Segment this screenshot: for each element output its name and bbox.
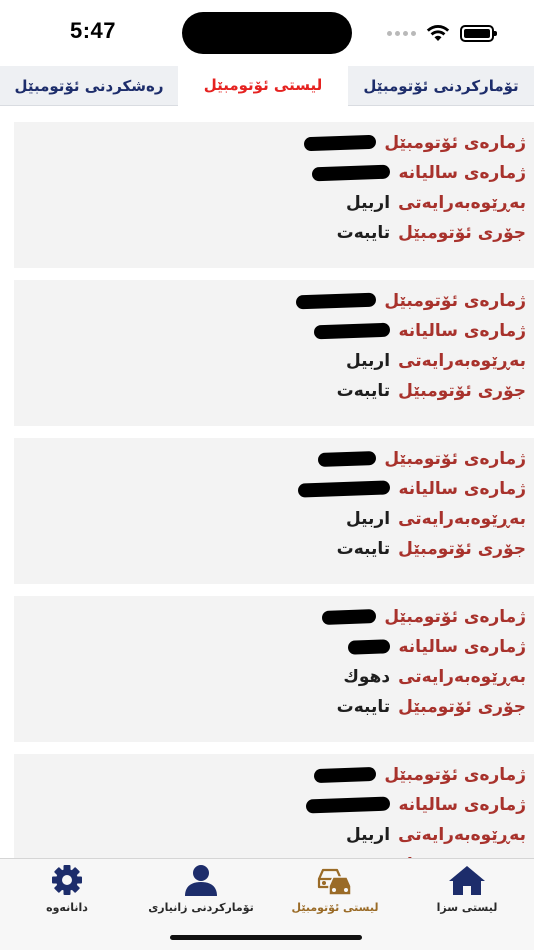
annual-number-row: ژمارەی سالیانە: [14, 474, 526, 504]
annual-number-redacted: [306, 796, 391, 814]
tab-blacklist-car[interactable]: رەشکردنی ئۆتومبێل: [0, 66, 178, 106]
car-number-label: ژمارەی ئۆتومبێل: [384, 449, 526, 469]
car-number-redacted: [304, 134, 377, 152]
home-icon: [449, 866, 485, 895]
directorate-value: اربيل: [345, 351, 391, 371]
vehicle-card[interactable]: ژمارەی ئۆتومبێل ژمارەی سالیانە بەڕێوەبەر…: [14, 596, 534, 742]
signal-icon: [387, 30, 416, 36]
vehicle-list: ژمارەی ئۆتومبێل ژمارەی سالیانە بەڕێوەبەر…: [14, 122, 534, 912]
status-bar: 5:47: [0, 0, 534, 66]
user-icon: [185, 865, 217, 896]
nav-penalty-list[interactable]: لیستی سزا: [400, 863, 534, 919]
directorate-value: دهوك: [343, 667, 391, 687]
directorate-row: بەڕێوەبەرایەتی اربيل: [14, 820, 526, 850]
annual-number-row: ژمارەی سالیانە: [14, 632, 526, 662]
car-type-value: تایبەت: [336, 539, 391, 559]
directorate-value: اربيل: [345, 193, 391, 213]
nav-car-list-label: لیستی ئۆتومبێل: [291, 901, 379, 914]
gear-icon: [52, 865, 82, 895]
directorate-row: بەڕێوەبەرایەتی دهوك: [14, 662, 526, 692]
car-number-row: ژمارەی ئۆتومبێل: [14, 128, 526, 158]
top-tab-bar: رەشکردنی ئۆتومبێل لیستی ئۆتومبێل تۆمارکر…: [0, 66, 534, 106]
annual-number-redacted: [298, 480, 391, 498]
nav-register-info[interactable]: تۆمارکردنی زانیاری: [134, 863, 268, 919]
car-number-label: ژمارەی ئۆتومبێل: [384, 133, 526, 153]
nav-penalty-list-label: لیستی سزا: [436, 901, 498, 914]
vehicle-card[interactable]: ژمارەی ئۆتومبێل ژمارەی سالیانە بەڕێوەبەر…: [14, 438, 534, 584]
car-type-label: جۆری ئۆتومبێل: [398, 539, 526, 559]
nav-register-info-label: تۆمارکردنی زانیاری: [148, 901, 254, 914]
status-time: 5:47: [70, 18, 117, 43]
directorate-label: بەڕێوەبەرایەتی: [398, 509, 526, 529]
cars-icon: [317, 868, 352, 896]
annual-number-redacted: [348, 639, 391, 655]
directorate-label: بەڕێوەبەرایەتی: [398, 825, 526, 845]
directorate-value: اربيل: [345, 509, 391, 529]
vehicle-card[interactable]: ژمارەی ئۆتومبێل ژمارەی سالیانە بەڕێوەبەر…: [14, 280, 534, 426]
car-number-label: ژمارەی ئۆتومبێل: [384, 765, 526, 785]
car-number-redacted: [322, 609, 377, 625]
nav-settings[interactable]: دانانەوە: [0, 863, 134, 919]
tab-register-car[interactable]: تۆمارکردنی ئۆتومبێل: [348, 66, 534, 106]
annual-number-label: ژمارەی سالیانە: [398, 163, 526, 183]
car-type-row: جۆری ئۆتومبێل تایبەت: [14, 376, 526, 406]
annual-number-label: ژمارەی سالیانە: [398, 795, 526, 815]
wifi-icon: [426, 25, 450, 41]
car-number-label: ژمارەی ئۆتومبێل: [384, 291, 526, 311]
battery-icon: [460, 24, 497, 42]
car-type-value: تایبەت: [336, 381, 391, 401]
annual-number-row: ژمارەی سالیانە: [14, 316, 526, 346]
dynamic-island: [182, 12, 352, 54]
car-type-label: جۆری ئۆتومبێل: [398, 697, 526, 717]
annual-number-label: ژمارەی سالیانە: [398, 479, 526, 499]
car-number-redacted: [314, 766, 377, 784]
car-type-label: جۆری ئۆتومبێل: [398, 223, 526, 243]
car-number-redacted: [296, 292, 377, 310]
car-number-row: ژمارەی ئۆتومبێل: [14, 286, 526, 316]
car-number-redacted: [318, 450, 377, 468]
directorate-row: بەڕێوەبەرایەتی اربيل: [14, 346, 526, 376]
home-indicator: [170, 935, 362, 940]
directorate-value: اربيل: [345, 825, 391, 845]
vehicle-card[interactable]: ژمارەی ئۆتومبێل ژمارەی سالیانە بەڕێوەبەر…: [14, 122, 534, 268]
tab-car-list[interactable]: لیستی ئۆتومبێل: [178, 66, 348, 106]
directorate-row: بەڕێوەبەرایەتی اربيل: [14, 188, 526, 218]
car-number-label: ژمارەی ئۆتومبێل: [384, 607, 526, 627]
car-type-value: تایبەت: [336, 223, 391, 243]
car-number-row: ژمارەی ئۆتومبێل: [14, 444, 526, 474]
annual-number-row: ژمارەی سالیانە: [14, 790, 526, 820]
annual-number-redacted: [314, 322, 391, 340]
directorate-label: بەڕێوەبەرایەتی: [398, 667, 526, 687]
annual-number-row: ژمارەی سالیانە: [14, 158, 526, 188]
directorate-label: بەڕێوەبەرایەتی: [398, 193, 526, 213]
car-type-label: جۆری ئۆتومبێل: [398, 381, 526, 401]
status-icons: [387, 22, 497, 44]
car-number-row: ژمارەی ئۆتومبێل: [14, 760, 526, 790]
car-type-row: جۆری ئۆتومبێل تایبەت: [14, 692, 526, 722]
annual-number-label: ژمارەی سالیانە: [398, 321, 526, 341]
nav-settings-label: دانانەوە: [46, 901, 88, 914]
directorate-label: بەڕێوەبەرایەتی: [398, 351, 526, 371]
car-type-row: جۆری ئۆتومبێل تایبەت: [14, 534, 526, 564]
car-number-row: ژمارەی ئۆتومبێل: [14, 602, 526, 632]
car-type-row: جۆری ئۆتومبێل تایبەت: [14, 218, 526, 248]
car-type-value: تایبەت: [336, 697, 391, 717]
annual-number-redacted: [312, 164, 391, 182]
directorate-row: بەڕێوەبەرایەتی اربيل: [14, 504, 526, 534]
annual-number-label: ژمارەی سالیانە: [398, 637, 526, 657]
nav-car-list[interactable]: لیستی ئۆتومبێل: [268, 863, 402, 919]
